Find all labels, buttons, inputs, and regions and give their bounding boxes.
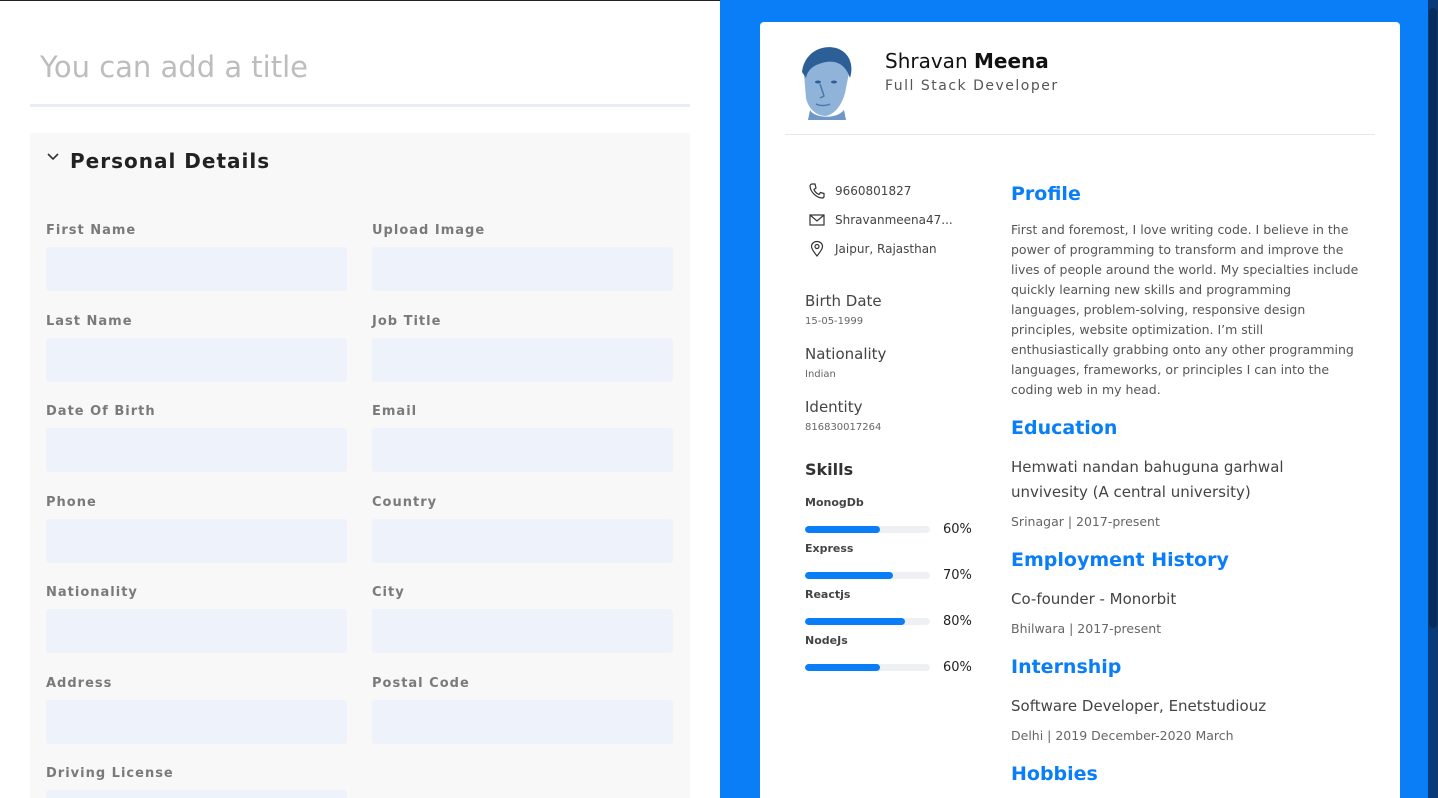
first-name-input[interactable] [46, 247, 347, 291]
profile-text: First and foremost, I love writing code.… [1011, 222, 1359, 397]
skill-bar-fill [805, 572, 893, 579]
last-name-input[interactable] [46, 338, 347, 382]
resume-first-name: Shravan [885, 49, 968, 73]
resume-name: Shravan Meena [885, 49, 1049, 73]
address-input[interactable] [46, 700, 347, 744]
country-field: Country [372, 495, 673, 563]
identity-label: Identity [805, 398, 863, 416]
postal-code-label: Postal Code [372, 676, 470, 691]
email-input[interactable] [372, 428, 673, 472]
resume-page: Shravan Meena Full Stack Developer 96608… [760, 22, 1400, 798]
skill-name: Reactjs [805, 588, 851, 601]
contact-phone: 9660801827 [808, 182, 911, 200]
last-name-label: Last Name [46, 314, 133, 329]
upload-image-field: Upload Image [372, 223, 673, 291]
internship-sub: Delhi | 2019 December-2020 March [1011, 728, 1234, 743]
education-heading: Education [1011, 417, 1118, 439]
internship-item: Software Developer, Enetstudiouz [1011, 697, 1267, 715]
resume-last-name: Meena [973, 49, 1049, 73]
postal-code-input[interactable] [372, 700, 673, 744]
job-title-input[interactable] [372, 338, 673, 382]
chevron-down-icon [46, 149, 60, 163]
city-label: City [372, 585, 405, 600]
scrollbar-thumb[interactable] [1429, 8, 1437, 628]
skill-name: Express [805, 542, 854, 555]
avatar [790, 44, 858, 120]
email-label: Email [372, 404, 418, 419]
birth-date-value: 15-05-1999 [805, 316, 864, 327]
dob-field: Date Of Birth [46, 404, 347, 472]
city-field: City [372, 585, 673, 653]
skill-bar [805, 618, 930, 625]
birth-date-label: Birth Date [805, 292, 882, 310]
nationality-label: Nationality [46, 585, 138, 600]
postal-code-field: Postal Code [372, 676, 673, 744]
skill-bar [805, 572, 930, 579]
upload-image-label: Upload Image [372, 223, 486, 238]
email-text: Shravanmeena47... [835, 213, 953, 227]
preview-scrollbar[interactable] [1428, 0, 1438, 798]
phone-input[interactable] [46, 519, 347, 563]
skill-percent: 70% [943, 568, 972, 583]
skill-bar-fill [805, 618, 905, 625]
phone-field: Phone [46, 495, 347, 563]
dob-label: Date Of Birth [46, 404, 156, 419]
employment-heading: Employment History [1011, 549, 1229, 571]
nationality-label-preview: Nationality [805, 345, 887, 363]
skills-title: Skills [805, 460, 854, 479]
last-name-field: Last Name [46, 314, 347, 382]
country-input[interactable] [372, 519, 673, 563]
mail-icon [809, 214, 825, 226]
skill-percent: 60% [943, 522, 972, 537]
education-item: Hemwati nandan bahuguna garhwal unvivesi… [1011, 458, 1284, 501]
phone-label: Phone [46, 495, 97, 510]
education-sub: Srinagar | 2017-present [1011, 514, 1160, 529]
phone-icon [809, 183, 825, 199]
divider [785, 134, 1375, 135]
driving-license-label: Driving License [46, 766, 174, 781]
resume-title-input[interactable] [30, 29, 690, 107]
dob-input[interactable] [46, 428, 347, 472]
resume-preview-panel: Shravan Meena Full Stack Developer 96608… [720, 0, 1438, 798]
nationality-value: Indian [805, 369, 836, 380]
resume-job-title: Full Stack Developer [885, 78, 1059, 94]
upload-image-input[interactable] [372, 247, 673, 291]
hobbies-heading: Hobbies [1011, 763, 1098, 785]
skill-bar [805, 526, 930, 533]
first-name-field: First Name [46, 223, 347, 291]
skill-name: NodeJs [805, 634, 848, 647]
resume-editor-panel: Personal Details First Name Upload Image… [0, 0, 720, 798]
identity-value: 816830017264 [805, 422, 882, 433]
nationality-field: Nationality [46, 585, 347, 653]
skill-percent: 80% [943, 614, 972, 629]
address-label: Address [46, 676, 113, 691]
job-title-field: Job Title [372, 314, 673, 382]
employment-sub: Bhilwara | 2017-present [1011, 621, 1162, 636]
employment-item: Co-founder - Monorbit [1011, 590, 1177, 608]
location-text: Jaipur, Rajasthan [835, 242, 937, 256]
section-title: Personal Details [70, 149, 271, 173]
personal-details-section: Personal Details First Name Upload Image… [30, 133, 690, 798]
first-name-label: First Name [46, 223, 137, 238]
internship-heading: Internship [1011, 656, 1122, 678]
skill-percent: 60% [943, 660, 972, 675]
profile-heading: Profile [1011, 183, 1081, 205]
city-input[interactable] [372, 609, 673, 653]
personal-details-toggle[interactable]: Personal Details [46, 149, 270, 173]
driving-license-field: Driving License [46, 766, 347, 798]
contact-location: Jaipur, Rajasthan [808, 240, 937, 258]
address-field: Address [46, 676, 347, 744]
driving-license-input[interactable] [46, 790, 347, 798]
email-field: Email [372, 404, 673, 472]
phone-text: 9660801827 [835, 184, 912, 198]
job-title-label: Job Title [372, 314, 442, 329]
nationality-input[interactable] [46, 609, 347, 653]
location-pin-icon [810, 240, 824, 257]
skill-bar-fill [805, 526, 880, 533]
contact-email: Shravanmeena47... [808, 211, 953, 229]
country-label: Country [372, 495, 438, 510]
skill-bar-fill [805, 664, 880, 671]
skill-bar [805, 664, 930, 671]
skill-name: MonogDb [805, 496, 864, 509]
